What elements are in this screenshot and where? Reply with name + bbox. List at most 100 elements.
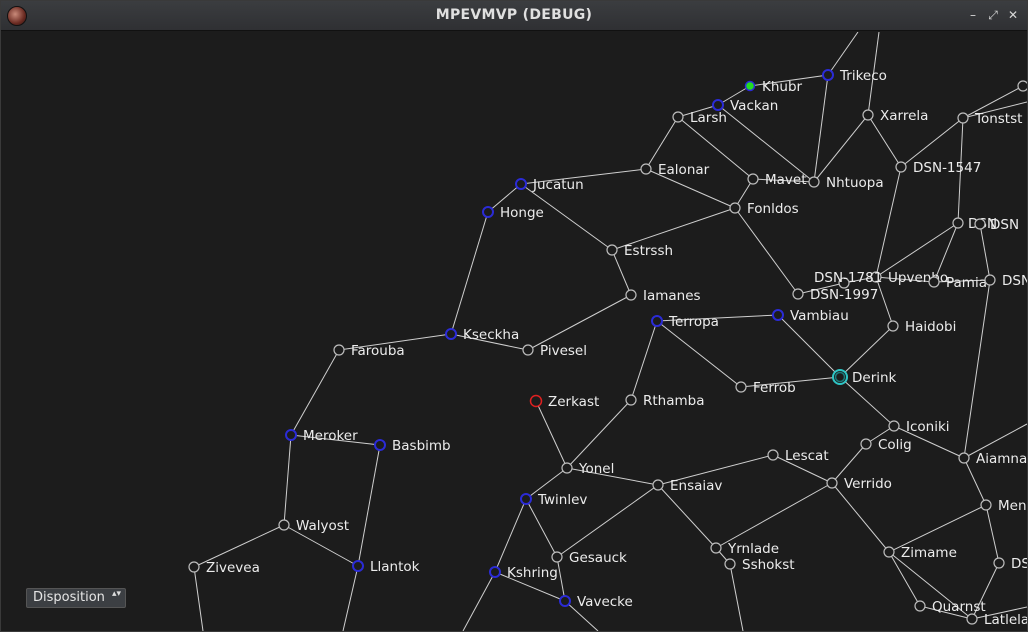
system-marker[interactable] <box>652 479 664 491</box>
system-marker[interactable] <box>984 274 996 286</box>
system-node-iamanes[interactable]: Iamanes <box>625 288 701 304</box>
system-node-walyost[interactable]: Walyost <box>278 518 349 534</box>
system-node-estrssh[interactable]: Estrssh <box>606 243 673 259</box>
system-marker[interactable] <box>792 288 804 300</box>
system-node-ferrob[interactable]: Ferrob <box>735 380 796 396</box>
system-marker[interactable] <box>374 439 386 451</box>
system-node-verrido[interactable]: Verrido <box>826 476 892 492</box>
system-marker[interactable] <box>529 394 543 408</box>
system-marker[interactable] <box>888 420 900 432</box>
system-marker[interactable] <box>966 613 978 625</box>
system-marker[interactable] <box>285 429 297 441</box>
system-node-zimame[interactable]: Zimame <box>883 545 957 561</box>
system-marker[interactable] <box>883 546 895 558</box>
system-marker[interactable] <box>974 218 986 230</box>
title-bar[interactable]: MPEVMVP (DEBUG) – ⤢ ✕ <box>1 1 1027 31</box>
system-node-sshokst[interactable]: Sshokst <box>724 557 795 573</box>
system-node-larsh[interactable]: Larsh <box>672 110 727 126</box>
system-marker[interactable] <box>333 344 345 356</box>
system-marker[interactable] <box>625 394 637 406</box>
system-marker[interactable] <box>1017 80 1027 92</box>
system-marker[interactable] <box>352 560 364 572</box>
system-node-tonstst[interactable]: Tonstst <box>957 111 1022 127</box>
system-marker[interactable] <box>482 206 494 218</box>
close-button[interactable]: ✕ <box>1005 7 1021 23</box>
system-node-xarrela[interactable]: Xarrela <box>862 108 928 124</box>
system-node-mavet[interactable]: Mavet <box>747 172 807 188</box>
system-node-dsnedge[interactable]: DSN <box>984 273 1027 289</box>
system-marker[interactable] <box>887 320 899 332</box>
system-node-dsn1781[interactable]: DSN-1781 <box>814 270 882 289</box>
system-node-terropa[interactable]: Terropa <box>651 314 719 330</box>
system-marker[interactable] <box>860 438 872 450</box>
system-marker[interactable] <box>522 344 534 356</box>
system-node-yonel[interactable]: Yonel <box>561 461 614 477</box>
system-marker[interactable] <box>515 178 527 190</box>
system-node-twinlev[interactable]: Twinlev <box>520 492 587 508</box>
system-node-iconiki[interactable]: Iconiki <box>888 419 950 435</box>
system-node-colig[interactable]: Colig <box>860 437 912 453</box>
system-marker[interactable] <box>980 499 992 511</box>
disposition-select[interactable]: Disposition ▴▾ <box>26 588 126 608</box>
system-marker[interactable] <box>895 161 907 173</box>
system-node-pivesel[interactable]: Pivesel <box>522 343 587 359</box>
system-marker[interactable] <box>559 595 571 607</box>
system-node-honge[interactable]: Honge <box>482 205 544 221</box>
system-node-farouba[interactable]: Farouba <box>333 343 405 359</box>
system-marker[interactable] <box>278 519 290 531</box>
system-marker[interactable] <box>735 381 747 393</box>
system-node-zivevea[interactable]: Zivevea <box>188 560 260 576</box>
system-marker[interactable] <box>625 289 637 301</box>
maximize-button[interactable]: ⤢ <box>985 7 1001 23</box>
system-node-lescat[interactable]: Lescat <box>767 448 829 464</box>
system-marker[interactable] <box>551 551 563 563</box>
star-map[interactable]: Khubr Trikeco VackanLarsh Xarrela Tonstst Eal… <box>3 32 1027 631</box>
system-marker[interactable] <box>724 558 736 570</box>
system-marker[interactable] <box>772 309 784 321</box>
system-node-nhtuopa[interactable]: Nhtuopa <box>808 175 884 191</box>
system-marker[interactable] <box>928 276 940 288</box>
system-node-ealonar[interactable]: Ealonar <box>640 162 710 178</box>
system-node-jucatun[interactable]: Jucatun <box>515 177 584 193</box>
system-marker[interactable] <box>710 542 722 554</box>
system-marker[interactable] <box>952 217 964 229</box>
system-node-basbimb[interactable]: Basbimb <box>374 438 451 454</box>
system-marker[interactable] <box>188 561 200 573</box>
system-marker[interactable] <box>445 328 457 340</box>
system-marker[interactable] <box>767 449 779 461</box>
system-marker[interactable] <box>520 493 532 505</box>
system-node-zerkast[interactable]: Zerkast <box>529 394 600 410</box>
system-node-rthamba[interactable]: Rthamba <box>625 393 705 409</box>
system-node-haidobi[interactable]: Haidobi <box>887 319 956 335</box>
system-marker[interactable] <box>914 600 926 612</box>
system-marker[interactable] <box>747 173 759 185</box>
system-node-dsn1547[interactable]: DSN-1547 <box>895 160 981 176</box>
system-marker[interactable] <box>744 80 756 92</box>
system-marker[interactable] <box>489 566 501 578</box>
system-marker[interactable] <box>651 315 663 327</box>
system-node-dsn1997[interactable]: DSN-1997 <box>792 287 878 303</box>
system-node-kshring[interactable]: Kshring <box>489 565 558 581</box>
system-marker[interactable] <box>729 202 741 214</box>
star-map-canvas[interactable]: Khubr Trikeco Vackan Larsh Xarrela Tonstst Eal… <box>3 32 1027 631</box>
system-marker[interactable] <box>712 99 724 111</box>
system-marker[interactable] <box>672 111 684 123</box>
system-marker[interactable] <box>862 109 874 121</box>
system-marker[interactable] <box>822 69 834 81</box>
system-node-derink[interactable]: Derink <box>832 369 897 386</box>
system-marker[interactable] <box>993 557 1005 569</box>
system-marker[interactable] <box>957 112 969 124</box>
system-marker[interactable] <box>606 244 618 256</box>
system-node-aiamnar[interactable]: Aiamnar <box>958 451 1027 467</box>
system-marker[interactable] <box>561 462 573 474</box>
system-node-llantok[interactable]: Llantok <box>352 559 420 575</box>
system-marker[interactable] <box>958 452 970 464</box>
minimize-button[interactable]: – <box>965 7 981 23</box>
system-node-vavecke[interactable]: Vavecke <box>559 594 633 610</box>
system-node-dsnr3[interactable]: DSN <box>1017 79 1027 95</box>
system-node-meroker[interactable]: Meroker <box>285 428 358 444</box>
system-node-ds[interactable]: DS <box>993 556 1027 572</box>
system-node-khubr[interactable]: Khubr <box>744 79 803 95</box>
system-marker[interactable] <box>808 176 820 188</box>
system-node-trikeco[interactable]: Trikeco <box>822 68 887 84</box>
